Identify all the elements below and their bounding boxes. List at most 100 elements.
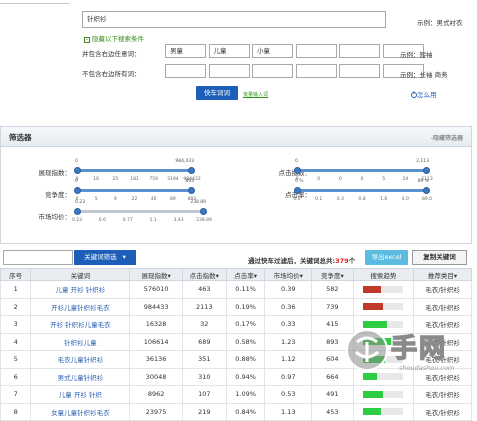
cell-click: 689 — [181, 332, 227, 351]
range-slider-5[interactable]: 0 % 89 % 0.0 0.1 0.3 0.8 1.6 4.0 89.0 — [293, 177, 432, 217]
sort-icon: ▾ — [340, 271, 344, 280]
search-trend-cell — [352, 385, 415, 404]
keyword-link[interactable]: 儿童 开衫 针织 — [30, 385, 131, 404]
cell-click: 32 — [181, 315, 227, 334]
slider-tick-label: 0.77 — [122, 218, 133, 223]
search-trend-cell — [352, 280, 415, 299]
keyword-filter-input[interactable] — [3, 250, 73, 265]
keyword-link[interactable]: 开衫儿童针织衫毛衣 — [30, 297, 131, 316]
column-header[interactable]: 竞争度▾ — [311, 268, 354, 281]
cell-impr: 8962 — [129, 385, 183, 404]
slider-min-value: 0.23 — [75, 200, 86, 205]
include-word-input-5[interactable] — [339, 44, 380, 58]
include-word-input-4[interactable] — [295, 44, 337, 58]
cell-click: 219 — [181, 402, 227, 421]
slider-max-handle[interactable] — [188, 166, 195, 174]
search-submit-button[interactable]: 快车词词 — [196, 86, 238, 100]
keyword-link[interactable]: 男式儿童针织衫 — [30, 367, 131, 386]
copy-keywords-button[interactable]: 复制关键词 — [412, 250, 467, 265]
cell-click: 107 — [181, 385, 227, 404]
column-header[interactable]: 点击率▾ — [225, 268, 266, 281]
keyword-filter-button[interactable]: 关键词筛选 ▾ — [74, 250, 136, 265]
slider-tick-label: 0.8 — [358, 197, 366, 202]
column-header[interactable]: 市场均价▾ — [264, 268, 313, 281]
batch-import-link[interactable]: 批量输入词 — [243, 91, 268, 98]
result-count: 379 — [335, 257, 349, 265]
include-label: 并包含右边任意词： — [82, 50, 141, 58]
cell-impr: 16328 — [129, 315, 183, 334]
cell-ctr: 0.88% — [225, 350, 266, 369]
slider-min-handle[interactable] — [294, 166, 301, 174]
exclude-word-input-3[interactable] — [252, 64, 293, 78]
table-row[interactable]: 1 儿童 开衫 针织衫 576010 463 0.11% 0.39 582 毛衣/针织衫 — [0, 280, 472, 299]
slider-max-handle[interactable] — [423, 186, 430, 194]
cell-price: 0.97 — [264, 367, 313, 386]
cell-no: 2 — [0, 297, 32, 316]
sort-icon: ▾ — [167, 271, 171, 280]
slider-tick-label: 89.0 — [421, 197, 433, 202]
keyword-link[interactable]: 开衫 针织衫儿童毛衣 — [30, 315, 131, 334]
cell-no: 4 — [0, 332, 32, 351]
slider-max-handle[interactable] — [188, 186, 195, 194]
search-form: 针织衫 示例：男式衬衣 - 隐藏以下搜索条件 并包含右边任意词： 男童 儿童 小童 示… — [0, 0, 477, 120]
table-row[interactable]: 8 女童儿童针织衫毛衣 23975 219 0.84% 1.13 453 毛衣/针织衫 — [0, 402, 472, 421]
include-word-input-1[interactable]: 男童 — [165, 44, 206, 58]
hide-filter-link[interactable]: -隐藏筛选器 — [431, 133, 463, 142]
cell-ctr: 0.19% — [225, 297, 266, 316]
trend-bar — [363, 390, 404, 398]
slider-max-handle[interactable] — [200, 207, 207, 215]
main-keyword-input[interactable]: 针织衫 — [82, 11, 386, 28]
sort-icon: ▾ — [299, 271, 303, 280]
slider-min-handle[interactable] — [74, 166, 81, 174]
keyword-link[interactable]: 针织衫儿童 — [30, 332, 131, 351]
slider-min-handle[interactable] — [74, 186, 81, 194]
cell-no: 1 — [0, 280, 32, 299]
slider-ticks: 0.0 0.1 0.3 0.8 1.6 4.0 89.0 — [293, 197, 432, 207]
sort-icon: ▾ — [453, 271, 458, 280]
hide-conditions-toggle[interactable]: - 隐藏以下搜索条件 — [84, 33, 144, 43]
slider-label-3: 市场均价： — [38, 213, 72, 221]
slider-max-handle[interactable] — [423, 166, 430, 174]
slider-min-handle[interactable] — [294, 186, 301, 194]
include-word-input-2[interactable]: 儿童 — [208, 44, 250, 58]
include-word-input-3[interactable]: 小童 — [252, 44, 293, 58]
cell-price: 1.12 — [264, 350, 313, 369]
exclude-word-input-5[interactable] — [339, 64, 380, 78]
filter-title: 筛选器 — [9, 133, 32, 142]
range-slider-3[interactable]: 0.23 238.89 0.23 0.6 0.77 1.1 3.43 238.89 — [72, 198, 212, 238]
cell-click: 2113 — [181, 297, 227, 316]
exclude-word-input-4[interactable] — [295, 64, 337, 78]
cell-price: 0.53 — [264, 385, 313, 404]
cell-cat: 毛衣/针织衫 — [413, 297, 472, 316]
cell-impr: 576010 — [129, 280, 183, 299]
exclude-word-input-2[interactable] — [208, 64, 250, 78]
cell-price: 1.13 — [264, 402, 313, 421]
cell-impr: 106614 — [129, 332, 183, 351]
slider-track — [294, 186, 430, 194]
search-trend-cell — [352, 402, 415, 421]
column-header[interactable]: 点击指数▾ — [181, 268, 227, 281]
keyword-link[interactable]: 女童儿童针织衫毛衣 — [30, 402, 131, 421]
slider-label-2: 竞争度： — [45, 191, 71, 199]
result-toolbar: 关键词筛选 ▾ 通过快车过滤后，关键词总共:379个 导出excel 复制关键词 — [0, 247, 477, 267]
slider-min-handle[interactable] — [74, 207, 81, 215]
keyword-link[interactable]: 毛衣儿童针织衫 — [30, 350, 131, 369]
cell-impr: 23975 — [129, 402, 183, 421]
keyword-link[interactable]: 儿童 开衫 针织衫 — [30, 280, 131, 299]
table-row[interactable]: 2 开衫儿童针织衫毛衣 984433 2113 0.19% 0.36 739 毛衣/针织衫 — [0, 297, 472, 316]
column-header: 推荐类目▾ — [413, 268, 472, 281]
exclude-word-input-1[interactable] — [165, 64, 206, 78]
slider-tick-label: 1.6 — [380, 197, 388, 202]
cell-comp: 491 — [311, 385, 354, 404]
column-header[interactable]: 展现指数▾ — [129, 268, 183, 281]
cell-ctr: 1.09% — [225, 385, 266, 404]
table-row[interactable]: 7 儿童 开衫 针织 8962 107 1.09% 0.53 491 毛衣/针织衫 — [0, 385, 472, 404]
filter-panel: 筛选器 -隐藏筛选器 展现指数： 0 984,433 0 16 25 181 759 3194 9… — [0, 126, 472, 244]
slider-tick-label: 3.43 — [173, 218, 184, 223]
cell-cat: 毛衣/针织衫 — [413, 280, 472, 299]
slider-max-value: 893 — [185, 179, 194, 184]
help-link[interactable]: ? 怎么用 — [411, 89, 437, 99]
slider-tick-label: 0.1 — [315, 197, 323, 202]
cell-no: 7 — [0, 385, 32, 404]
export-excel-button[interactable]: 导出excel — [365, 250, 408, 265]
